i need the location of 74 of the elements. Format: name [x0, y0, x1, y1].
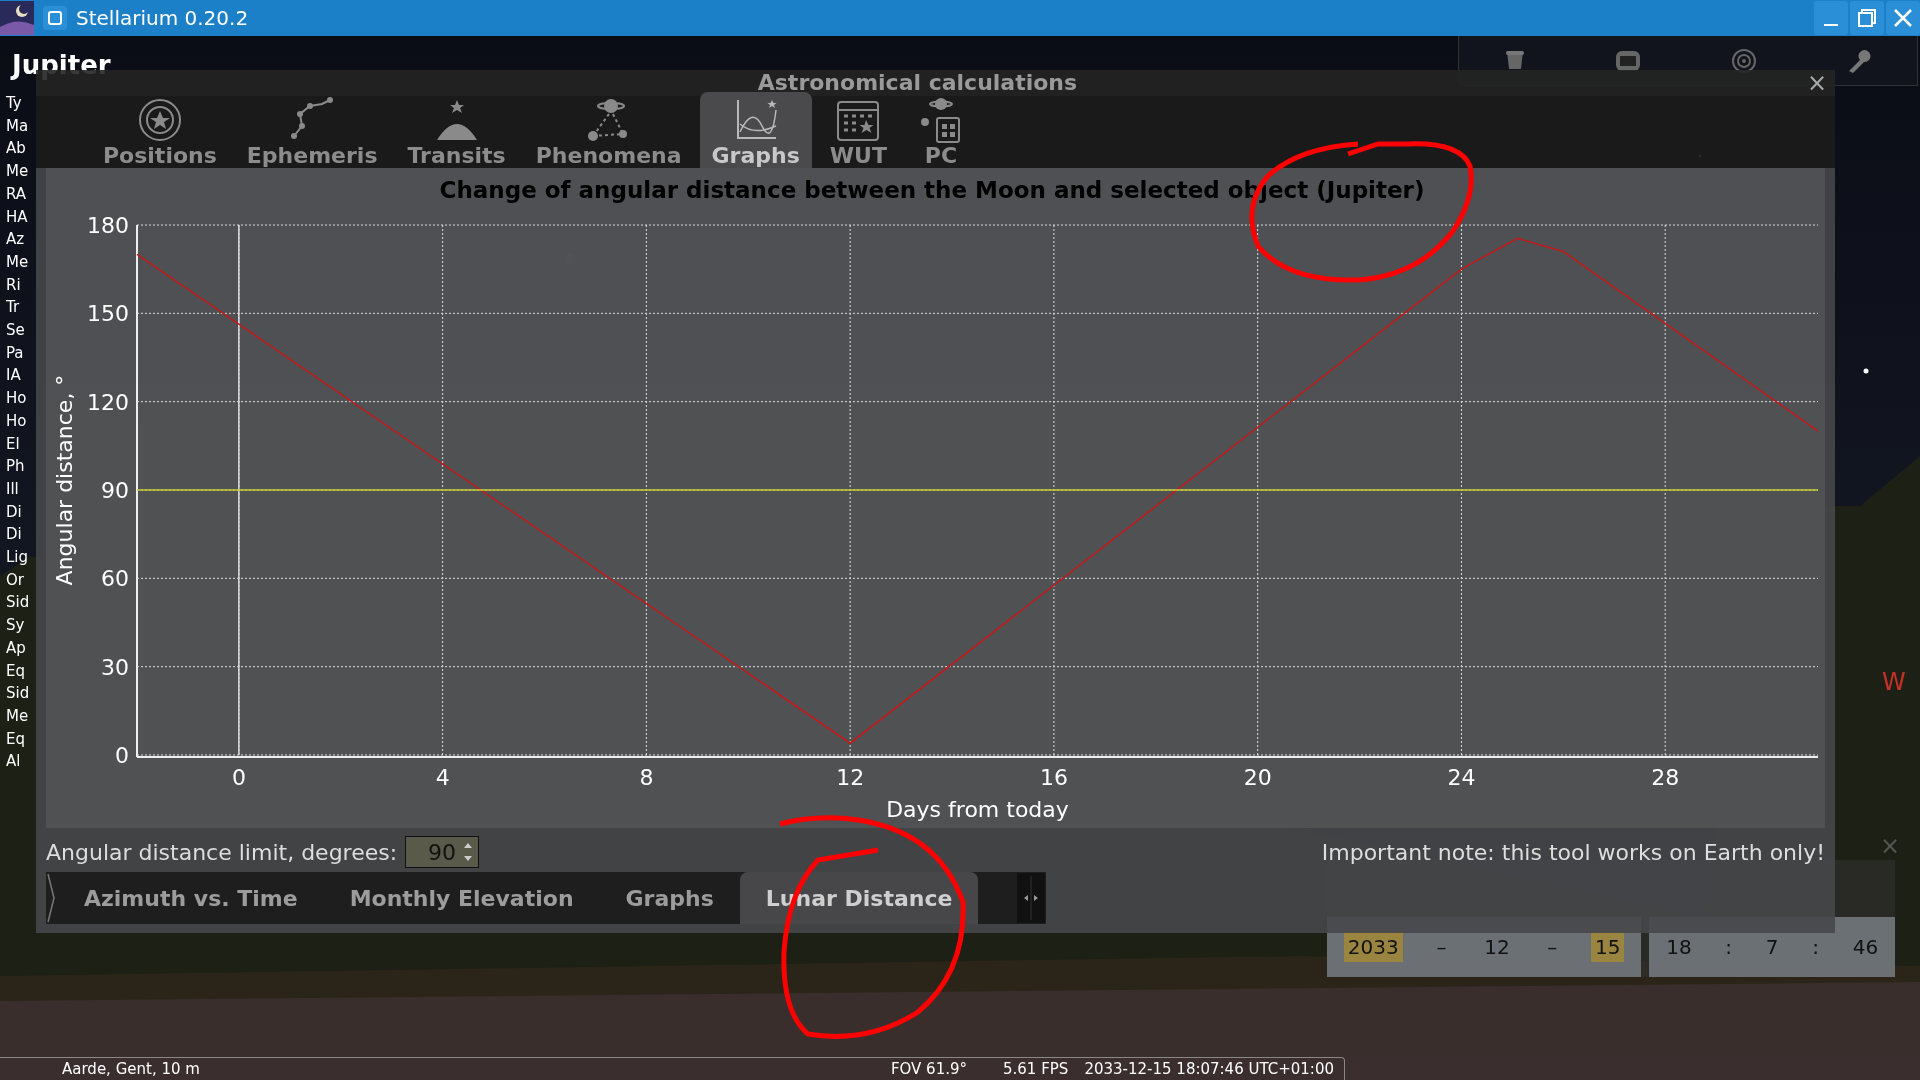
app-logo-icon: [0, 1, 34, 35]
tab-edge-icon: [46, 872, 58, 924]
x-axis-label: Days from today: [886, 797, 1069, 822]
location-text: Aarde, Gent, 10 m: [62, 1058, 200, 1080]
info-line: HA: [6, 206, 29, 228]
info-line: Eq: [6, 660, 26, 682]
y-tick-label: 90: [101, 478, 129, 503]
window-title: Stellarium 0.20.2: [76, 5, 249, 32]
info-line: Ab: [6, 138, 27, 160]
y-tick-label: 150: [87, 301, 129, 327]
info-line: Ty: [6, 93, 23, 114]
limit-spinbox[interactable]: 90: [405, 836, 480, 868]
tab[interactable]: Transits: [395, 92, 518, 168]
info-line: Pa: [6, 342, 25, 364]
info-line: Me: [6, 706, 30, 727]
close-button[interactable]: ×: [1798, 70, 1835, 96]
info-line: Ap: [6, 637, 27, 659]
y-tick-label: 60: [101, 566, 129, 592]
minimize-icon: [1824, 23, 1838, 26]
info-line: Ill: [6, 478, 20, 500]
window-menu-icon[interactable]: [42, 5, 68, 31]
note-text: Important note: this tool works on Earth only!: [1321, 838, 1825, 867]
close-button[interactable]: [1886, 1, 1920, 35]
info-line: Az: [6, 229, 26, 251]
info-line: Me: [6, 251, 30, 273]
x-tick-label: 4: [435, 765, 450, 790]
info-line: Ph: [6, 456, 26, 478]
info-line: Me: [6, 161, 30, 183]
y-tick-label: 30: [101, 654, 129, 680]
limit-label: Angular distance limit, degrees:: [46, 838, 398, 867]
info-line: Sid: [6, 592, 30, 614]
tab[interactable]: Ephemeris: [234, 92, 390, 168]
x-tick-label: 8: [639, 765, 654, 790]
minimize-button[interactable]: [1814, 1, 1848, 35]
info-line: Or: [6, 569, 25, 591]
x-tick-label: 20: [1243, 765, 1272, 790]
fps-text: 5.61 FPS: [1003, 1058, 1069, 1080]
cardinal-label: W: [1882, 667, 1906, 698]
info-line: Sy: [6, 615, 26, 637]
info-line: El: [6, 433, 21, 455]
tab[interactable]: Azimuth vs. Time: [58, 872, 324, 924]
fov-text: FOV 61.9°: [890, 1058, 967, 1080]
info-line: Ho: [6, 388, 28, 410]
info-line: Ma: [6, 115, 30, 137]
x-tick-label: 28: [1651, 765, 1680, 790]
info-line: Al: [6, 751, 22, 773]
info-line: IA: [6, 365, 22, 387]
date-time-text: 2033-12-15 18:07:46 UTC+01:00: [1084, 1058, 1334, 1080]
y-tick-label: 0: [115, 743, 129, 768]
info-line: Ho: [6, 410, 28, 432]
x-tick-label: 24: [1447, 765, 1476, 790]
x-tick-label: 0: [231, 765, 246, 790]
info-line: Eq: [6, 728, 26, 750]
maximize-button[interactable]: [1850, 1, 1884, 35]
tab[interactable]: Graphs: [699, 92, 812, 168]
info-line: Tr: [6, 297, 21, 319]
info-line: Lig: [6, 547, 30, 569]
x-tick-label: 12: [836, 765, 865, 790]
info-line: Di: [6, 501, 23, 523]
x-tick-label: 16: [1039, 765, 1068, 790]
info-line: Sid: [6, 683, 30, 705]
info-line: Di: [6, 524, 23, 546]
info-line: Se: [6, 320, 26, 342]
object-name: Jupiter: [12, 49, 111, 82]
tab[interactable]: Phenomena: [523, 92, 694, 168]
screen-icon[interactable]: [1615, 48, 1642, 73]
info-line: RA: [6, 183, 28, 205]
info-line: Ri: [6, 274, 22, 296]
tab[interactable]: Positions: [91, 92, 229, 168]
tab[interactable]: Graphs: [599, 872, 740, 924]
tab[interactable]: Monthly Elevation: [323, 872, 600, 924]
y-tick-label: 120: [87, 389, 129, 415]
y-tick-label: 180: [87, 213, 129, 238]
y-axis-label: Angular distance, °: [52, 374, 77, 586]
